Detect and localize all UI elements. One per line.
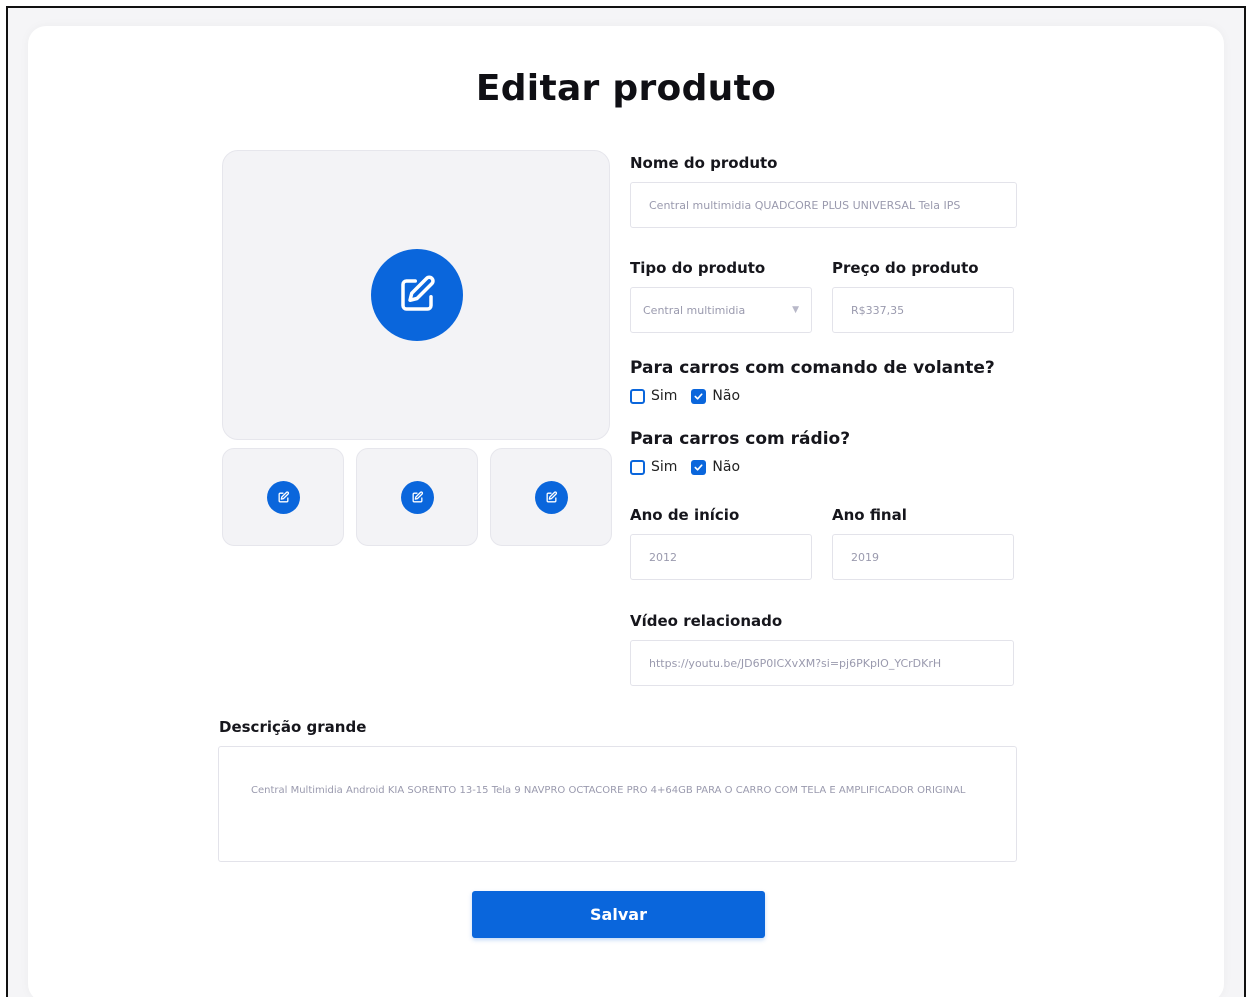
save-button[interactable]: Salvar <box>472 891 765 938</box>
check-icon <box>694 392 703 400</box>
checkbox-checked[interactable] <box>691 388 707 404</box>
option-label: Não <box>712 459 741 475</box>
edit-thumbnail-2-button[interactable] <box>401 481 434 514</box>
product-type-select[interactable]: Central multimidia ▼ <box>630 287 812 333</box>
video-label: Vídeo relacionado <box>630 612 783 630</box>
main-image-placeholder[interactable] <box>222 150 610 440</box>
product-name-input[interactable]: Central multimidia QUADCORE PLUS UNIVERS… <box>630 182 1017 228</box>
radio-option-nao[interactable]: Não <box>691 459 740 475</box>
page-title: Editar produto <box>475 68 777 109</box>
option-label: Sim <box>651 388 678 404</box>
description-label: Descrição grande <box>219 718 367 736</box>
steering-control-label: Para carros com comando de volante? <box>630 358 995 378</box>
radio-options: Sim Não <box>630 459 748 475</box>
chevron-down-icon: ▼ <box>792 305 799 315</box>
edit-icon <box>278 491 290 503</box>
video-url-input[interactable]: https://youtu.be/JD6P0ICXvXM?si=pj6PKpIO… <box>630 640 1014 686</box>
edit-icon <box>546 491 558 503</box>
product-type-value: Central multimidia <box>643 303 746 317</box>
option-label: Não <box>712 388 741 404</box>
thumbnail-1[interactable] <box>222 448 344 546</box>
description-textarea[interactable]: Central Multimidia Android KIA SORENTO 1… <box>218 746 1017 862</box>
edit-thumbnail-1-button[interactable] <box>267 481 300 514</box>
start-year-input[interactable]: 2012 <box>630 534 812 580</box>
checkbox-checked[interactable] <box>691 459 707 475</box>
product-type-label: Tipo do produto <box>630 259 766 277</box>
checkbox-unchecked[interactable] <box>630 459 645 475</box>
end-year-label: Ano final <box>832 506 907 524</box>
steering-control-option-nao[interactable]: Não <box>691 388 740 404</box>
radio-option-sim[interactable]: Sim <box>630 459 677 475</box>
product-price-input[interactable]: R$337,35 <box>832 287 1014 333</box>
end-year-input[interactable]: 2019 <box>832 534 1014 580</box>
edit-icon <box>401 275 435 311</box>
thumbnail-3[interactable] <box>490 448 612 546</box>
edit-icon <box>412 491 424 503</box>
checkbox-unchecked[interactable] <box>630 388 645 404</box>
product-name-label: Nome do produto <box>630 154 778 172</box>
start-year-label: Ano de início <box>630 506 740 524</box>
thumbnail-2[interactable] <box>356 448 478 546</box>
product-price-label: Preço do produto <box>832 259 979 277</box>
steering-control-options: Sim Não <box>630 388 748 404</box>
edit-thumbnail-3-button[interactable] <box>535 481 568 514</box>
steering-control-option-sim[interactable]: Sim <box>630 388 677 404</box>
edit-main-image-button[interactable] <box>371 249 463 341</box>
radio-label: Para carros com rádio? <box>630 429 851 449</box>
check-icon <box>694 463 703 471</box>
option-label: Sim <box>651 459 678 475</box>
